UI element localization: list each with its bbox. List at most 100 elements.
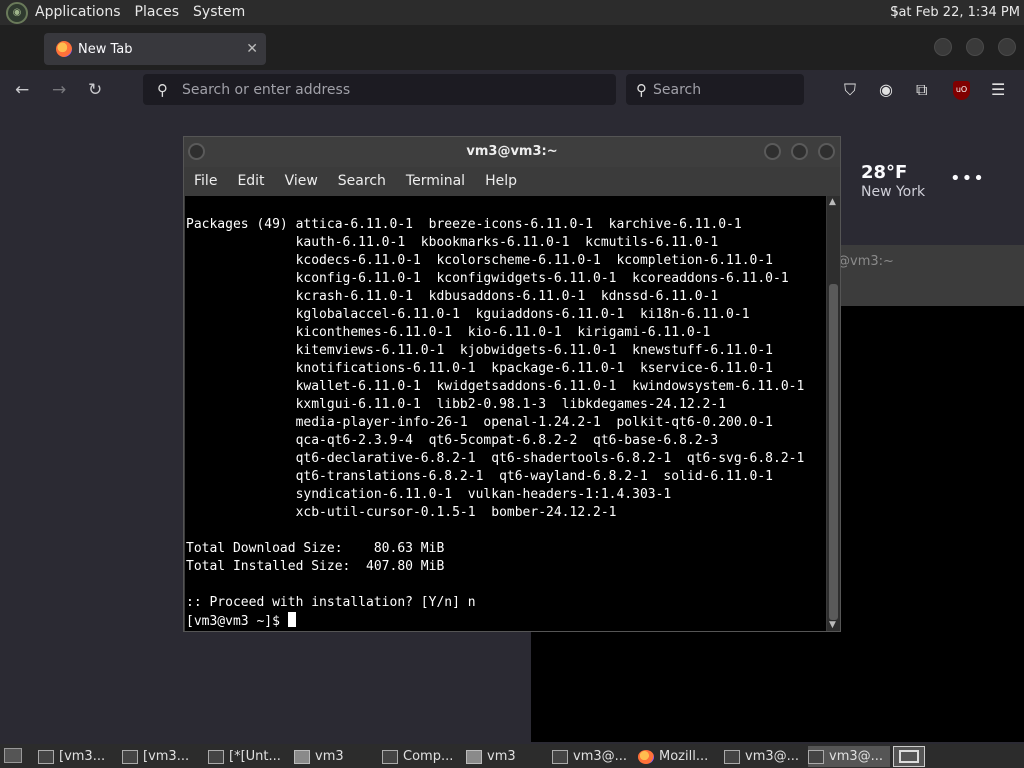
weather-widget[interactable]: 28°F New York	[861, 162, 925, 200]
workspace-switcher[interactable]	[893, 746, 925, 767]
places-menu[interactable]: Places	[128, 0, 187, 25]
menu-edit[interactable]: Edit	[227, 173, 274, 189]
firefox-icon	[638, 749, 654, 764]
reload-icon[interactable]: ↻	[88, 80, 102, 100]
terminal-line: kitemviews-6.11.0-1 kjobwidgets-6.11.0-1…	[186, 343, 773, 358]
forward-icon[interactable]: →	[52, 80, 66, 100]
text-cursor	[287, 612, 296, 627]
terminal-line: kcrash-6.11.0-1 kdbusaddons-6.11.0-1 kdn…	[186, 289, 719, 304]
terminal-line: Total Installed Size: 407.80 MiB	[186, 559, 445, 574]
terminal-line: kauth-6.11.0-1 kbookmarks-6.11.0-1 kcmut…	[186, 235, 719, 250]
close-tab-icon[interactable]: ✕	[246, 41, 258, 57]
maximize-button[interactable]	[966, 38, 984, 56]
taskbar-button[interactable]: [vm3...	[38, 746, 118, 767]
folder-icon	[294, 749, 310, 764]
taskbar-button-label: vm3@...	[829, 749, 884, 764]
taskbar-button[interactable]: vm3@...	[808, 746, 890, 767]
weather-options-icon[interactable]: •••	[950, 168, 985, 189]
account-icon[interactable]: ◉	[879, 80, 893, 99]
applications-menu[interactable]: Applications	[28, 0, 128, 25]
terminal-titlebar[interactable]: vm3@vm3:~	[184, 137, 840, 167]
folder-icon	[466, 749, 482, 764]
search-icon: ⚲	[157, 80, 168, 99]
taskbar-button[interactable]: vm3@...	[552, 746, 634, 767]
terminal-icon	[724, 749, 740, 764]
menu-help[interactable]: Help	[475, 173, 527, 189]
terminal-output[interactable]: Packages (49) attica-6.11.0-1 breeze-ico…	[185, 196, 826, 631]
maximize-button[interactable]	[791, 143, 808, 160]
taskbar-button[interactable]: Mozill...	[638, 746, 720, 767]
ublock-origin-icon[interactable]: uO	[953, 81, 970, 100]
search-icon: ⚲	[636, 80, 647, 99]
top-panel: ◉ Applications Places System Sat Feb 22,…	[0, 0, 1024, 25]
weather-city: New York	[861, 184, 926, 200]
address-placeholder: Search or enter address	[182, 81, 351, 98]
workspace-icon	[899, 750, 919, 763]
terminal-line: qca-qt6-2.3.9-4 qt6-5compat-6.8.2-2 qt6-…	[186, 433, 719, 448]
menu-view[interactable]: View	[275, 173, 328, 189]
terminal-title: vm3@vm3:~	[466, 144, 558, 159]
terminal-line: kwallet-6.11.0-1 kwidgetsaddons-6.11.0-1…	[186, 379, 805, 394]
menu-search[interactable]: Search	[328, 173, 396, 189]
tab-title: New Tab	[78, 41, 133, 57]
system-menu[interactable]: System	[186, 0, 252, 25]
taskbar-button-label: [vm3...	[59, 749, 106, 764]
taskbar-button-label: vm3	[315, 749, 344, 764]
terminal-line: Total Download Size: 80.63 MiB	[186, 541, 445, 556]
terminal-icon	[122, 749, 138, 764]
menu-terminal[interactable]: Terminal	[396, 173, 475, 189]
editor-icon	[208, 749, 224, 764]
taskbar-button[interactable]: vm3	[294, 746, 378, 767]
taskbar-button-label: vm3@...	[745, 749, 800, 764]
distro-logo-icon[interactable]: ◉	[6, 1, 28, 24]
terminal-line: xcb-util-cursor-0.1.5-1 bomber-24.12.2-1	[186, 505, 617, 520]
scroll-up-icon[interactable]: ▲	[829, 197, 836, 207]
menu-file[interactable]: File	[184, 173, 227, 189]
close-button[interactable]	[818, 143, 835, 160]
clock[interactable]: Sat Feb 22, 1:34 PM	[890, 0, 1020, 25]
terminal-line: media-player-info-26-1 openal-1.24.2-1 p…	[186, 415, 773, 430]
minimize-button[interactable]	[764, 143, 781, 160]
taskbar-button-label: vm3@...	[573, 749, 628, 764]
taskbar-button[interactable]: vm3@...	[724, 746, 804, 767]
computer-icon	[382, 749, 398, 764]
taskbar-button[interactable]: Comp...	[382, 746, 462, 767]
hamburger-menu-icon[interactable]: ☰	[991, 80, 1005, 99]
taskbar-button-label: Comp...	[403, 749, 454, 764]
taskbar-button-label: [*[Unt...	[229, 749, 281, 764]
show-desktop-icon[interactable]	[4, 748, 22, 763]
terminal-scrollbar[interactable]: ▲ ▼	[827, 196, 840, 631]
terminal-line: kxmlgui-6.11.0-1 libb2-0.98.1-3 libkdega…	[186, 397, 727, 412]
window-menu-button[interactable]	[188, 143, 205, 160]
back-icon[interactable]: ←	[15, 80, 29, 100]
terminal-icon	[38, 749, 54, 764]
taskbar-button[interactable]: vm3	[466, 746, 548, 767]
extensions-icon[interactable]: ⧉	[916, 80, 927, 100]
terminal-line: kconfig-6.11.0-1 kconfigwidgets-6.11.0-1…	[186, 271, 789, 286]
taskbar-button-label: Mozill...	[659, 749, 709, 764]
terminal-line: kglobalaccel-6.11.0-1 kguiaddons-6.11.0-…	[186, 307, 750, 322]
pocket-icon[interactable]: ⛉	[844, 80, 856, 100]
terminal-line: kcodecs-6.11.0-1 kcolorscheme-6.11.0-1 k…	[186, 253, 773, 268]
close-window-button[interactable]	[998, 38, 1016, 56]
browser-tab-strip: New Tab ✕	[0, 25, 1024, 70]
terminal-icon	[808, 749, 824, 764]
shell-prompt: [vm3@vm3 ~]$	[186, 614, 288, 629]
weather-temperature: 28°F	[861, 162, 908, 183]
minimize-button[interactable]	[934, 38, 952, 56]
scrollbar-thumb[interactable]	[829, 284, 838, 620]
terminal-line: :: Proceed with installation? [Y/n] n	[186, 595, 476, 610]
taskbar-button-label: [vm3...	[143, 749, 190, 764]
terminal-window[interactable]: vm3@vm3:~ File Edit View Search Terminal…	[183, 136, 841, 632]
taskbar-button[interactable]: [*[Unt...	[208, 746, 290, 767]
firefox-icon	[56, 41, 72, 57]
terminal-menubar: File Edit View Search Terminal Help	[184, 167, 840, 195]
taskbar-button-label: vm3	[487, 749, 516, 764]
address-bar[interactable]: ⚲ Search or enter address	[143, 74, 616, 105]
taskbar-button[interactable]: [vm3...	[122, 746, 204, 767]
tab-new-tab[interactable]: New Tab ✕	[44, 33, 266, 65]
search-box[interactable]: ⚲ Search	[626, 74, 804, 105]
scroll-down-icon[interactable]: ▼	[829, 620, 836, 630]
terminal-line: syndication-6.11.0-1 vulkan-headers-1:1.…	[186, 487, 672, 502]
